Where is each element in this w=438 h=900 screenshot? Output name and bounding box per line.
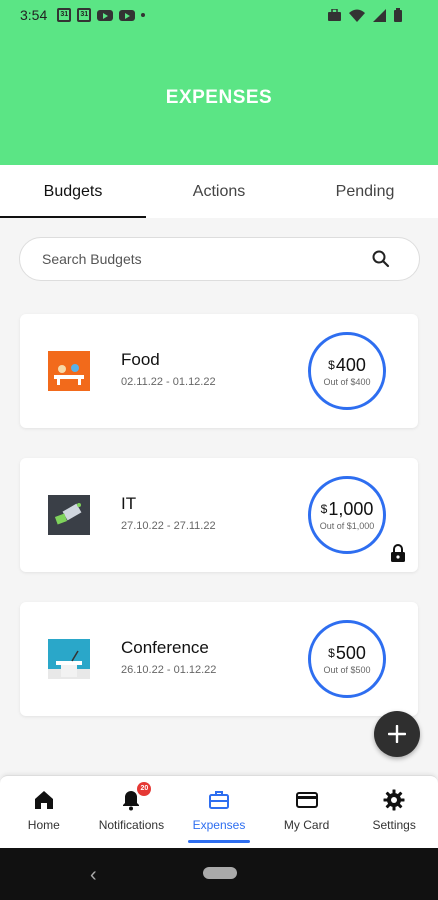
budget-total: Out of $500: [323, 665, 371, 675]
signal-icon: [373, 8, 386, 22]
nav-label: Settings: [372, 818, 416, 832]
budget-amount-ring: $400 Out of $400: [308, 332, 386, 410]
nav-expenses[interactable]: Expenses: [175, 776, 263, 849]
tab-bar: Budgets Actions Pending: [0, 165, 438, 218]
it-category-image: [48, 495, 90, 535]
budget-amount-ring: $500 Out of $500: [308, 620, 386, 698]
active-tab-indicator: [187, 840, 250, 843]
status-time: 3:54: [20, 7, 48, 23]
budget-card-it[interactable]: IT 27.10.22 - 27.11.22 $1,000 Out of $1,…: [20, 458, 418, 572]
home-pill-icon[interactable]: [203, 867, 237, 879]
budget-name: IT: [121, 494, 137, 513]
budget-amount: 1,000: [328, 499, 374, 519]
currency-symbol: $: [328, 646, 335, 660]
back-icon[interactable]: ‹: [90, 864, 97, 887]
currency-symbol: $: [320, 502, 328, 516]
budget-amount-ring: $1,000 Out of $1,000: [308, 476, 386, 554]
tab-budgets[interactable]: Budgets: [0, 165, 146, 218]
page-title: EXPENSES: [165, 86, 273, 108]
budget-dates: 27.10.22 - 27.11.22: [121, 520, 216, 532]
nav-home[interactable]: Home: [0, 776, 88, 849]
calendar-icon: 31: [57, 8, 72, 22]
budget-dates: 02.11.22 - 01.12.22: [121, 376, 216, 388]
tab-pending[interactable]: Pending: [292, 165, 438, 218]
bottom-navigation: Home 20 Notifications Expenses My Card S…: [0, 775, 438, 849]
nav-settings[interactable]: Settings: [350, 776, 438, 849]
budget-dates: 26.10.22 - 01.12.22: [121, 664, 217, 676]
system-navigation-bar: ‹: [0, 848, 438, 900]
search-input[interactable]: Search Budgets: [19, 237, 420, 281]
conference-category-image: [48, 639, 90, 679]
plus-icon: [388, 725, 406, 743]
add-budget-button[interactable]: [374, 711, 420, 757]
nav-my-card[interactable]: My Card: [263, 776, 351, 849]
notification-badge: 20: [137, 782, 152, 796]
budget-card-conference[interactable]: Conference 26.10.22 - 01.12.22 $500 Out …: [20, 602, 418, 716]
wifi-icon: [349, 9, 365, 22]
home-icon: [34, 791, 53, 809]
nav-label: Expenses: [192, 818, 246, 832]
status-bar: 3:54 31 31: [0, 0, 438, 30]
briefcase-icon: [208, 791, 229, 809]
tab-actions[interactable]: Actions: [146, 165, 292, 218]
food-category-image: [48, 351, 90, 391]
budget-amount: 500: [335, 643, 366, 663]
search-icon[interactable]: [371, 249, 391, 269]
nav-label: My Card: [283, 818, 330, 832]
nav-label: Notifications: [98, 818, 165, 832]
youtube-icon: [119, 9, 136, 21]
currency-symbol: $: [328, 358, 335, 372]
nav-label: Home: [27, 818, 60, 832]
battery-icon: [394, 8, 402, 22]
search-placeholder: Search Budgets: [42, 251, 142, 267]
youtube-icon: [97, 9, 114, 21]
budget-total: Out of $400: [323, 377, 371, 387]
credit-card-icon: [295, 792, 318, 808]
dot-icon: [141, 13, 146, 17]
budget-total: Out of $1,000: [319, 521, 375, 531]
lock-icon: [391, 544, 405, 562]
budget-name: Food: [121, 350, 160, 369]
briefcase-icon: [328, 9, 341, 21]
budget-name: Conference: [121, 638, 209, 657]
nav-notifications[interactable]: 20 Notifications: [88, 776, 176, 849]
calendar-icon: 31: [77, 8, 92, 22]
budget-amount: 400: [335, 355, 366, 375]
gear-icon: [383, 789, 405, 811]
budget-card-food[interactable]: Food 02.11.22 - 01.12.22 $400 Out of $40…: [20, 314, 418, 428]
app-header: EXPENSES: [0, 30, 438, 165]
